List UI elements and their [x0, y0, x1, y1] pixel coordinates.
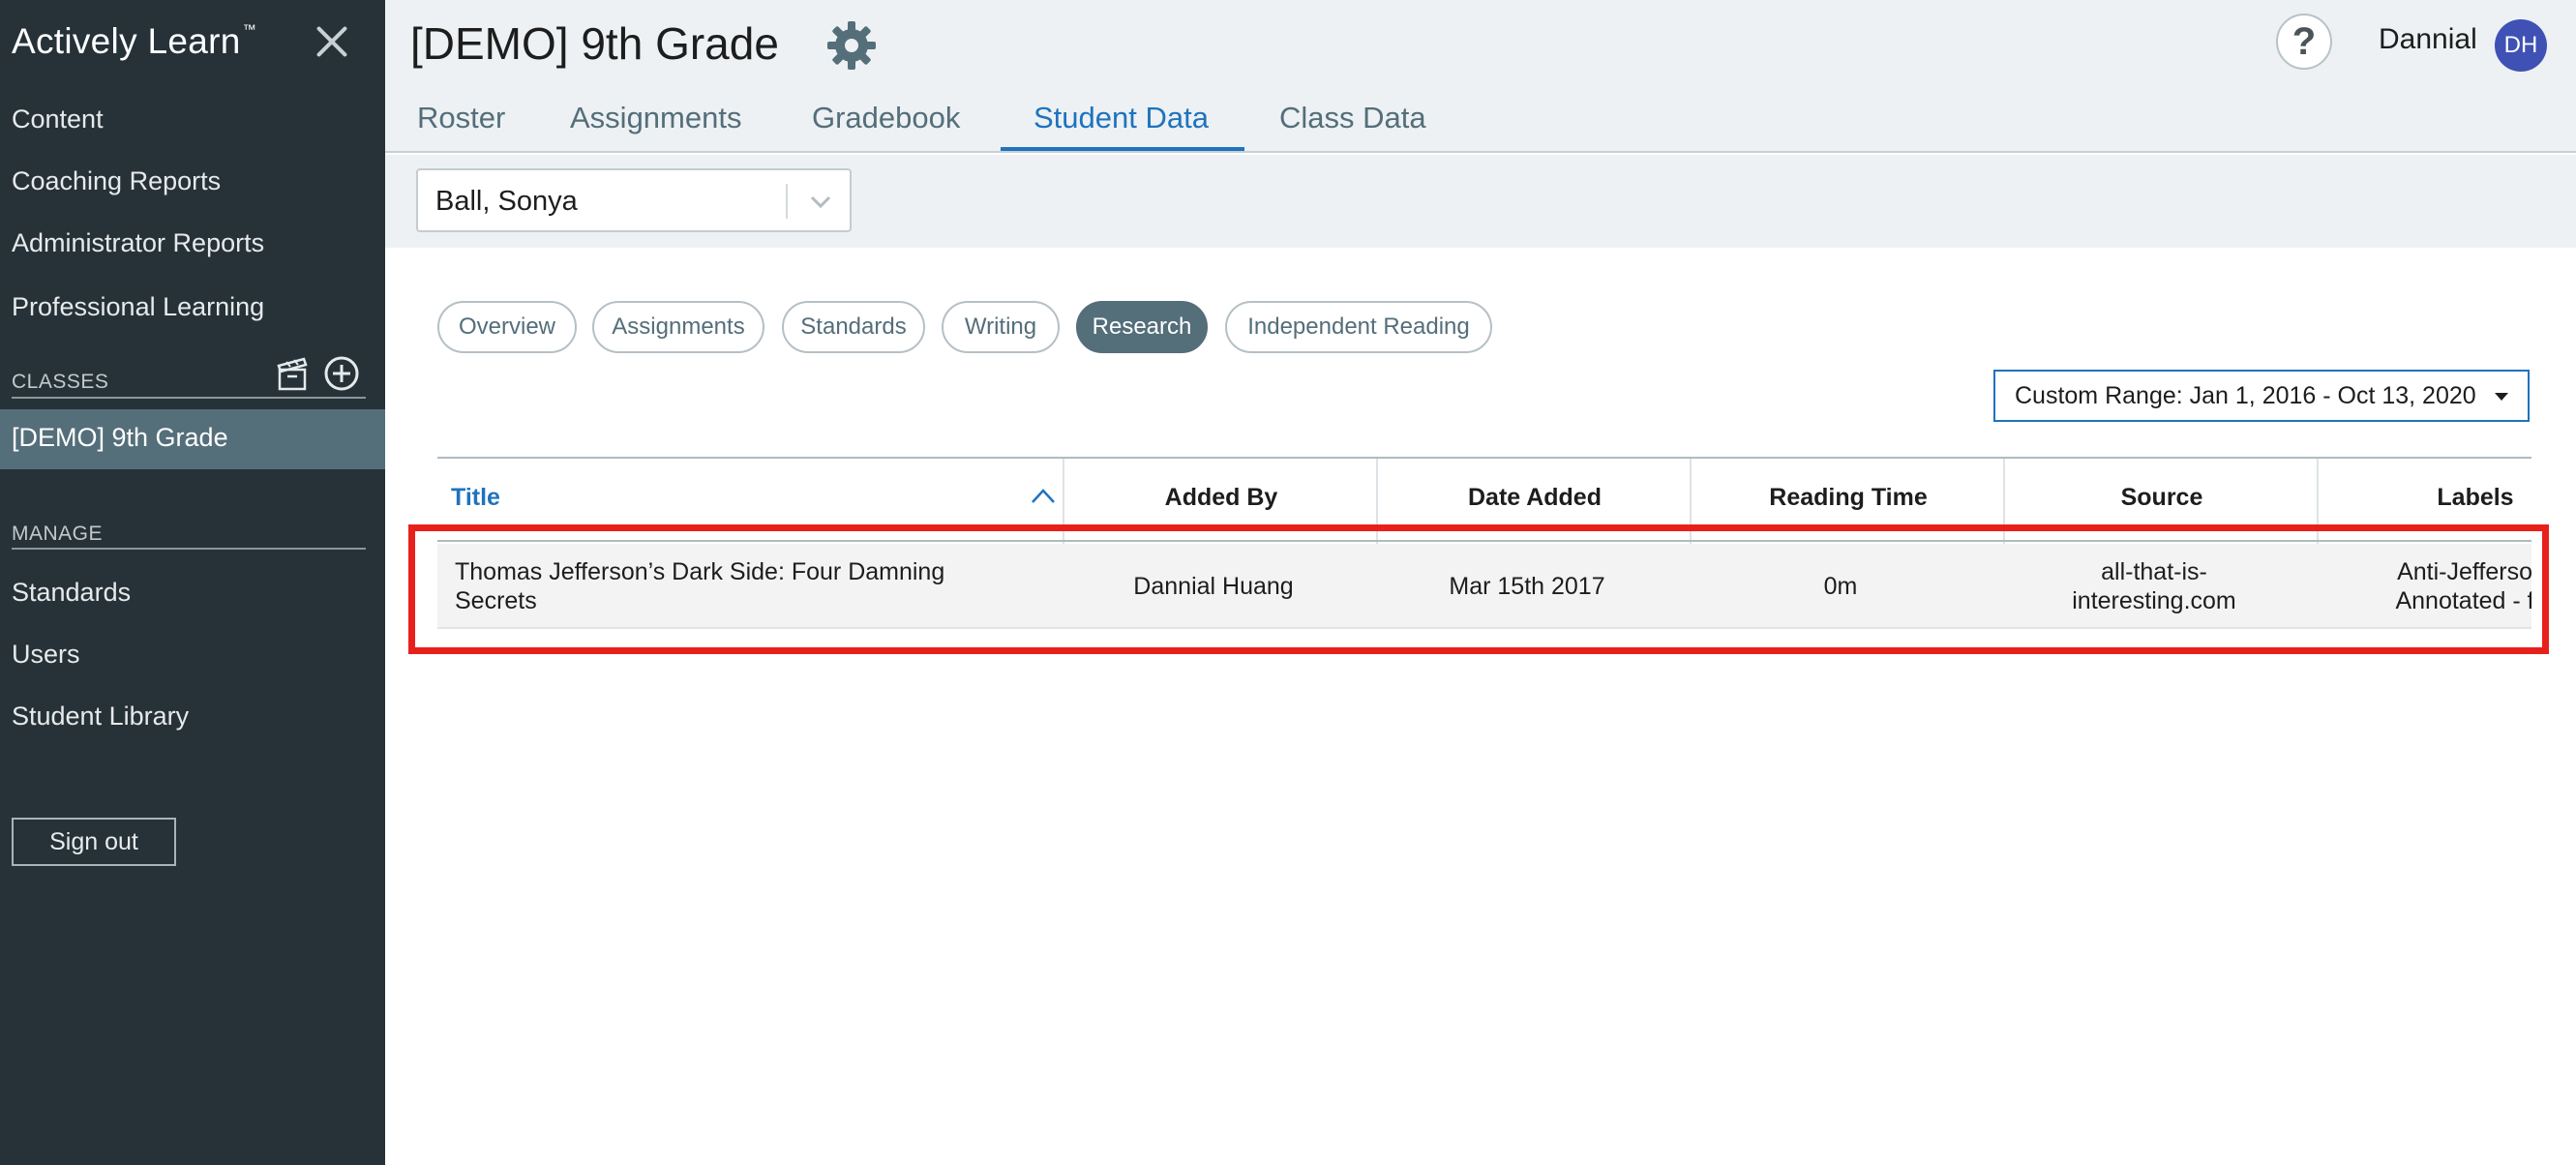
subtab-writing[interactable]: Writing: [942, 301, 1060, 353]
manage-label: MANAGE: [12, 523, 104, 545]
column-divider: [1376, 459, 1378, 544]
tab-gradebook[interactable]: Gradebook: [812, 101, 960, 135]
column-header-reading-time[interactable]: Reading Time: [1692, 484, 2005, 512]
avatar[interactable]: DH: [2495, 19, 2547, 72]
student-select[interactable]: Ball, Sonya: [416, 168, 852, 232]
classes-label: CLASSES: [12, 371, 109, 393]
column-divider: [2317, 459, 2319, 544]
tab-assignments[interactable]: Assignments: [570, 101, 741, 135]
tab-class-data[interactable]: Class Data: [1279, 101, 1426, 135]
manage-divider: [12, 548, 366, 550]
column-header-labels[interactable]: Labels: [2319, 484, 2576, 512]
subtab-independent-reading[interactable]: Independent Reading: [1225, 301, 1492, 353]
nav-professional-learning[interactable]: Professional Learning: [12, 292, 264, 322]
close-icon[interactable]: [312, 21, 352, 62]
column-header-source[interactable]: Source: [2005, 484, 2319, 512]
cell-source: all-that-is-interesting.com: [2072, 558, 2236, 614]
brand-logo[interactable]: Actively Learn ™: [12, 21, 256, 62]
subtab-overview[interactable]: Overview: [437, 301, 577, 353]
nav-users[interactable]: Users: [12, 640, 80, 670]
cell-reading-time: 0m: [1823, 573, 1858, 600]
column-header-title[interactable]: Title: [451, 484, 500, 512]
active-tab-indicator: [1001, 147, 1244, 151]
table-top-border: [437, 457, 2531, 459]
tab-roster[interactable]: Roster: [417, 101, 505, 135]
column-header-added-by[interactable]: Added By: [1064, 484, 1378, 512]
user-name[interactable]: Dannial: [2379, 23, 2477, 56]
cell-title[interactable]: Thomas Jefferson’s Dark Side: Four Damni…: [455, 544, 1016, 627]
class-item-demo-9th-grade[interactable]: [DEMO] 9th Grade: [0, 409, 385, 469]
column-divider: [1063, 459, 1064, 544]
caret-down-icon: [2495, 393, 2508, 401]
page-header: [DEMO] 9th Grade ? Dannial DH Roster Ass…: [385, 0, 2576, 153]
page-title: [DEMO] 9th Grade: [410, 18, 779, 69]
chevron-down-icon[interactable]: [807, 188, 834, 215]
student-select-value: Ball, Sonya: [435, 186, 578, 217]
nav-content[interactable]: Content: [12, 105, 104, 134]
subtab-research[interactable]: Research: [1076, 301, 1208, 353]
table-row[interactable]: Thomas Jefferson’s Dark Side: Four Damni…: [437, 544, 2531, 629]
date-range-dropdown[interactable]: Custom Range: Jan 1, 2016 - Oct 13, 2020: [1993, 370, 2530, 422]
sign-out-button[interactable]: Sign out: [12, 818, 176, 866]
nav-coaching-reports[interactable]: Coaching Reports: [12, 166, 221, 196]
cell-date-added: Mar 15th 2017: [1449, 573, 1605, 600]
gear-icon[interactable]: [825, 19, 878, 72]
add-class-icon[interactable]: [323, 355, 360, 392]
nav-standards[interactable]: Standards: [12, 578, 131, 608]
cell-added-by: Dannial Huang: [1133, 573, 1294, 600]
nav-student-library[interactable]: Student Library: [12, 702, 189, 732]
subtab-assignments[interactable]: Assignments: [592, 301, 764, 353]
column-divider: [1690, 459, 1692, 544]
select-separator: [786, 184, 788, 219]
sort-ascending-icon[interactable]: [1030, 486, 1057, 507]
sidebar: Actively Learn ™ Content Coaching Reports…: [0, 0, 385, 1165]
classes-divider: [12, 397, 366, 399]
tab-student-data[interactable]: Student Data: [1033, 101, 1209, 135]
archive-class-icon[interactable]: [277, 356, 308, 391]
subtab-standards[interactable]: Standards: [782, 301, 925, 353]
date-range-label: Custom Range: Jan 1, 2016 - Oct 13, 2020: [2015, 382, 2476, 409]
help-icon[interactable]: ?: [2276, 14, 2332, 70]
class-item-label: [DEMO] 9th Grade: [12, 423, 228, 452]
nav-administrator-reports[interactable]: Administrator Reports: [12, 228, 264, 258]
student-filter-bar: Ball, Sonya: [385, 155, 2576, 248]
header-bottom-border: [437, 540, 2531, 542]
column-header-date-added[interactable]: Date Added: [1378, 484, 1692, 512]
cell-labels: Anti-Jefferson Annotated - fe: [2395, 558, 2531, 614]
column-divider: [2003, 459, 2005, 544]
